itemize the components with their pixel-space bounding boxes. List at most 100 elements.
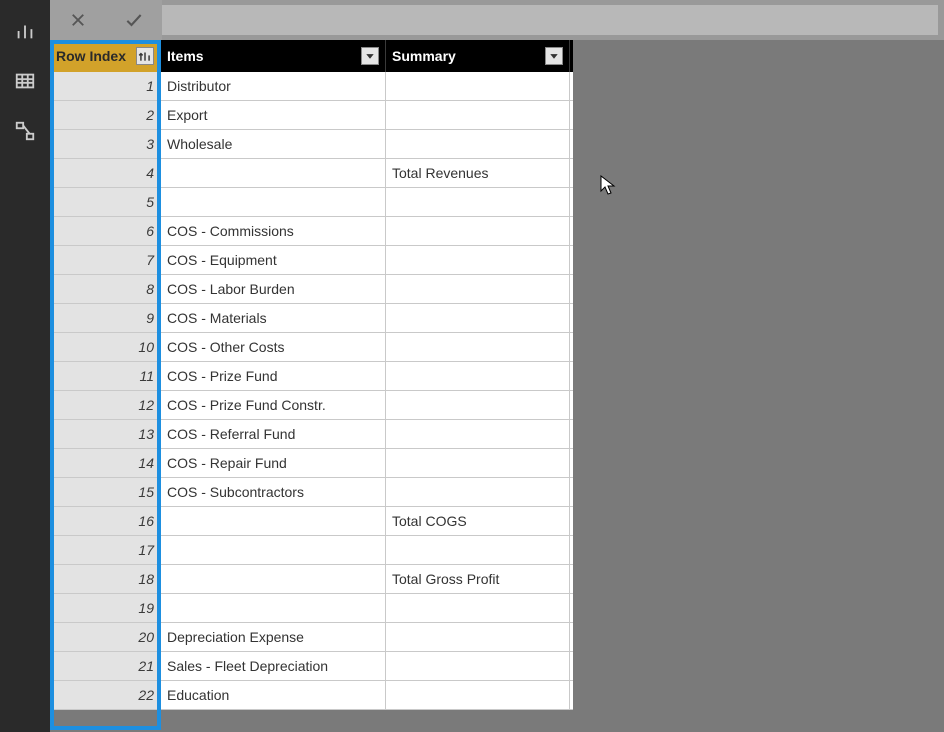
column-header-row-index[interactable]: Row Index: [50, 40, 161, 72]
cell-items[interactable]: [161, 594, 386, 622]
cell-summary[interactable]: [386, 130, 570, 158]
cell-row-index[interactable]: 2: [50, 101, 161, 129]
cell-row-index[interactable]: 19: [50, 594, 161, 622]
cell-summary[interactable]: [386, 333, 570, 361]
cell-items[interactable]: COS - Repair Fund: [161, 449, 386, 477]
cell-summary[interactable]: [386, 72, 570, 100]
cell-items[interactable]: COS - Subcontractors: [161, 478, 386, 506]
cell-items[interactable]: COS - Referral Fund: [161, 420, 386, 448]
column-filter-dropdown[interactable]: [361, 47, 379, 65]
table-row[interactable]: 3Wholesale: [50, 130, 573, 159]
table-row[interactable]: 22Education: [50, 681, 573, 710]
column-sort-dropdown[interactable]: [136, 47, 154, 65]
cell-summary[interactable]: [386, 275, 570, 303]
formula-cancel-button[interactable]: [50, 0, 106, 40]
cell-summary[interactable]: [386, 652, 570, 680]
cell-summary[interactable]: [386, 391, 570, 419]
cell-summary[interactable]: [386, 420, 570, 448]
cell-summary[interactable]: [386, 449, 570, 477]
report-view-button[interactable]: [0, 6, 50, 56]
cell-row-index[interactable]: 14: [50, 449, 161, 477]
cell-row-index[interactable]: 6: [50, 217, 161, 245]
cell-row-index[interactable]: 5: [50, 188, 161, 216]
cell-items[interactable]: Sales - Fleet Depreciation: [161, 652, 386, 680]
table-row[interactable]: 11COS - Prize Fund: [50, 362, 573, 391]
cell-row-index[interactable]: 18: [50, 565, 161, 593]
cell-summary[interactable]: [386, 246, 570, 274]
cell-summary[interactable]: [386, 217, 570, 245]
cell-items[interactable]: Education: [161, 681, 386, 709]
cell-summary[interactable]: Total COGS: [386, 507, 570, 535]
cell-summary[interactable]: [386, 478, 570, 506]
column-header-summary[interactable]: Summary: [386, 40, 570, 72]
table-row[interactable]: 10COS - Other Costs: [50, 333, 573, 362]
cell-items[interactable]: [161, 565, 386, 593]
cell-summary[interactable]: [386, 101, 570, 129]
table-row[interactable]: 17: [50, 536, 573, 565]
cell-summary[interactable]: [386, 623, 570, 651]
table-row[interactable]: 12COS - Prize Fund Constr.: [50, 391, 573, 420]
formula-commit-button[interactable]: [106, 0, 162, 40]
cell-row-index[interactable]: 11: [50, 362, 161, 390]
cell-row-index[interactable]: 10: [50, 333, 161, 361]
cell-row-index[interactable]: 22: [50, 681, 161, 709]
cell-row-index[interactable]: 13: [50, 420, 161, 448]
cell-items[interactable]: [161, 536, 386, 564]
cell-row-index[interactable]: 8: [50, 275, 161, 303]
cell-items[interactable]: [161, 188, 386, 216]
model-view-button[interactable]: [0, 106, 50, 156]
cell-items[interactable]: Distributor: [161, 72, 386, 100]
table-row[interactable]: 4 Total Revenues: [50, 159, 573, 188]
table-row[interactable]: 8COS - Labor Burden: [50, 275, 573, 304]
cell-summary[interactable]: [386, 362, 570, 390]
cell-row-index[interactable]: 1: [50, 72, 161, 100]
cell-items[interactable]: COS - Commissions: [161, 217, 386, 245]
cell-row-index[interactable]: 17: [50, 536, 161, 564]
table-row[interactable]: 2Export: [50, 101, 573, 130]
cell-summary[interactable]: Total Gross Profit: [386, 565, 570, 593]
data-view-button[interactable]: [0, 56, 50, 106]
cell-summary[interactable]: [386, 594, 570, 622]
table-row[interactable]: 9COS - Materials: [50, 304, 573, 333]
cell-summary[interactable]: [386, 304, 570, 332]
table-row[interactable]: 13COS - Referral Fund: [50, 420, 573, 449]
cell-row-index[interactable]: 12: [50, 391, 161, 419]
cell-items[interactable]: COS - Materials: [161, 304, 386, 332]
table-row[interactable]: 7COS - Equipment: [50, 246, 573, 275]
table-row[interactable]: 6COS - Commissions: [50, 217, 573, 246]
cell-row-index[interactable]: 9: [50, 304, 161, 332]
table-row[interactable]: 18 Total Gross Profit: [50, 565, 573, 594]
cell-items[interactable]: COS - Prize Fund: [161, 362, 386, 390]
cell-row-index[interactable]: 3: [50, 130, 161, 158]
table-row[interactable]: 20Depreciation Expense: [50, 623, 573, 652]
formula-input[interactable]: [162, 5, 938, 35]
cell-row-index[interactable]: 4: [50, 159, 161, 187]
cell-summary[interactable]: [386, 188, 570, 216]
cell-items[interactable]: [161, 159, 386, 187]
table-row[interactable]: 19: [50, 594, 573, 623]
cell-items[interactable]: COS - Equipment: [161, 246, 386, 274]
cell-row-index[interactable]: 15: [50, 478, 161, 506]
cell-summary[interactable]: Total Revenues: [386, 159, 570, 187]
cell-items[interactable]: Export: [161, 101, 386, 129]
cell-row-index[interactable]: 16: [50, 507, 161, 535]
cell-items[interactable]: COS - Prize Fund Constr.: [161, 391, 386, 419]
cell-items[interactable]: Wholesale: [161, 130, 386, 158]
cell-row-index[interactable]: 20: [50, 623, 161, 651]
table-row[interactable]: 5: [50, 188, 573, 217]
table-row[interactable]: 16 Total COGS: [50, 507, 573, 536]
table-row[interactable]: 14COS - Repair Fund: [50, 449, 573, 478]
cell-summary[interactable]: [386, 536, 570, 564]
cell-items[interactable]: COS - Other Costs: [161, 333, 386, 361]
table-row[interactable]: 1Distributor: [50, 72, 573, 101]
cell-items[interactable]: [161, 507, 386, 535]
cell-row-index[interactable]: 21: [50, 652, 161, 680]
cell-row-index[interactable]: 7: [50, 246, 161, 274]
column-header-items[interactable]: Items: [161, 40, 386, 72]
cell-items[interactable]: Depreciation Expense: [161, 623, 386, 651]
table-row[interactable]: 21Sales - Fleet Depreciation: [50, 652, 573, 681]
cell-summary[interactable]: [386, 681, 570, 709]
cell-items[interactable]: COS - Labor Burden: [161, 275, 386, 303]
table-row[interactable]: 15COS - Subcontractors: [50, 478, 573, 507]
column-filter-dropdown[interactable]: [545, 47, 563, 65]
